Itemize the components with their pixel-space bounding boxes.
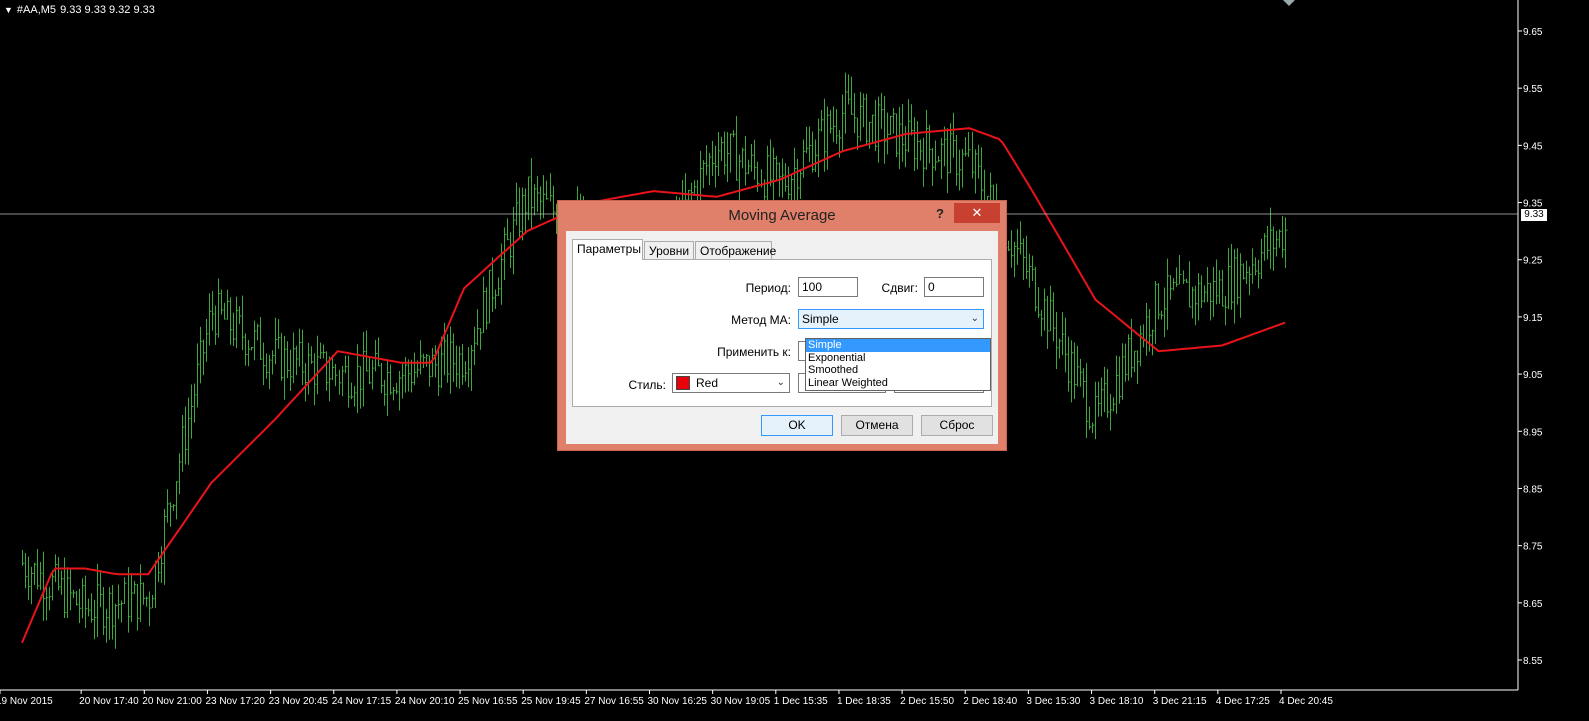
y-tick-label: 8.85 [1523, 484, 1543, 495]
tab-parameters[interactable]: Параметры [572, 239, 643, 260]
moving-average-dialog: Moving Average ? ✕ Параметры Уровни Отоб… [557, 200, 1007, 451]
shift-input[interactable]: 0 [924, 277, 984, 297]
method-label: Метод MA: [731, 313, 791, 327]
x-tick-label: 27 Nov 16:55 [584, 696, 644, 707]
method-select[interactable]: Simple ⌄ [798, 309, 984, 329]
x-tick-label: 23 Nov 17:20 [205, 696, 265, 707]
method-dropdown-list: Simple Exponential Smoothed Linear Weigh… [805, 338, 991, 391]
x-tick-label: 24 Nov 20:10 [395, 696, 455, 707]
x-tick-label: 3 Dec 21:15 [1153, 696, 1207, 707]
y-tick-label: 9.55 [1523, 84, 1543, 95]
y-tick-label: 9.05 [1523, 370, 1543, 381]
x-tick-label: 1 Dec 18:35 [837, 696, 891, 707]
x-tick-label: 2 Dec 18:40 [963, 696, 1017, 707]
chart-header: ▼ #AA,M5 9.33 9.33 9.32 9.33 [4, 4, 155, 16]
period-input[interactable]: 100 [798, 277, 858, 297]
tab-visualization[interactable]: Отображение [695, 241, 776, 259]
x-tick-label: 30 Nov 16:25 [648, 696, 708, 707]
x-tick-label: 23 Nov 20:45 [269, 696, 329, 707]
ok-button[interactable]: OK [761, 415, 833, 436]
help-button[interactable]: ? [932, 204, 948, 224]
close-button[interactable]: ✕ [954, 203, 1000, 223]
x-tick-label: 1 Dec 15:35 [774, 696, 828, 707]
style-label: Стиль: [628, 378, 666, 392]
x-tick-label: 2 Dec 15:50 [900, 696, 954, 707]
x-tick-label: 20 Nov 21:00 [142, 696, 202, 707]
method-option-linear-weighted[interactable]: Linear Weighted [806, 377, 990, 390]
x-tick-label: 4 Dec 20:45 [1279, 696, 1333, 707]
x-tick-label: 24 Nov 17:15 [332, 696, 392, 707]
y-tick-label: 9.45 [1523, 141, 1543, 152]
y-tick-label: 8.55 [1523, 656, 1543, 667]
color-swatch [676, 375, 690, 390]
chevron-down-icon: ⌄ [970, 313, 979, 324]
x-tick-label: 3 Dec 15:30 [1026, 696, 1080, 707]
chart-symbol: #AA,M5 [16, 4, 57, 16]
dialog-body: Параметры Уровни Отображение Период: 100… [566, 231, 998, 444]
x-tick-label: 19 Nov 2015 [0, 696, 53, 707]
cancel-button[interactable]: Отмена [841, 415, 913, 436]
method-option-smoothed[interactable]: Smoothed [806, 364, 990, 377]
y-tick-label: 9.35 [1523, 199, 1543, 210]
y-tick-label: 9.65 [1523, 27, 1543, 38]
apply-to-label: Применить к: [717, 345, 791, 359]
chevron-down-icon: ⌄ [776, 377, 785, 388]
y-tick-label: 9.25 [1523, 256, 1543, 267]
reset-button[interactable]: Сброс [921, 415, 993, 436]
tab-levels[interactable]: Уровни [644, 241, 694, 259]
y-tick-label: 8.75 [1523, 542, 1543, 553]
style-color-select[interactable]: Red ⌄ [672, 373, 790, 393]
x-tick-label: 3 Dec 18:10 [1090, 696, 1144, 707]
current-price-tag: 9.33 [1521, 209, 1547, 221]
style-color-value: Red [696, 376, 719, 390]
x-tick-label: 4 Dec 17:25 [1216, 696, 1270, 707]
y-tick-label: 8.95 [1523, 427, 1543, 438]
method-option-exponential[interactable]: Exponential [806, 352, 990, 365]
chart-shift-marker-icon[interactable] [1283, 0, 1295, 6]
y-tick-label: 9.15 [1523, 313, 1543, 324]
x-tick-label: 25 Nov 19:45 [521, 696, 581, 707]
chart-menu-arrow-icon[interactable]: ▼ [4, 5, 13, 15]
y-tick-label: 8.65 [1523, 599, 1543, 610]
chart-quote: 9.33 9.33 9.32 9.33 [60, 4, 155, 16]
method-option-simple[interactable]: Simple [806, 339, 990, 352]
shift-label: Сдвиг: [881, 281, 918, 295]
method-select-value: Simple [802, 312, 839, 326]
x-tick-label: 30 Nov 19:05 [711, 696, 771, 707]
x-tick-label: 25 Nov 16:55 [458, 696, 518, 707]
x-tick-label: 20 Nov 17:40 [79, 696, 139, 707]
period-label: Период: [745, 281, 791, 295]
